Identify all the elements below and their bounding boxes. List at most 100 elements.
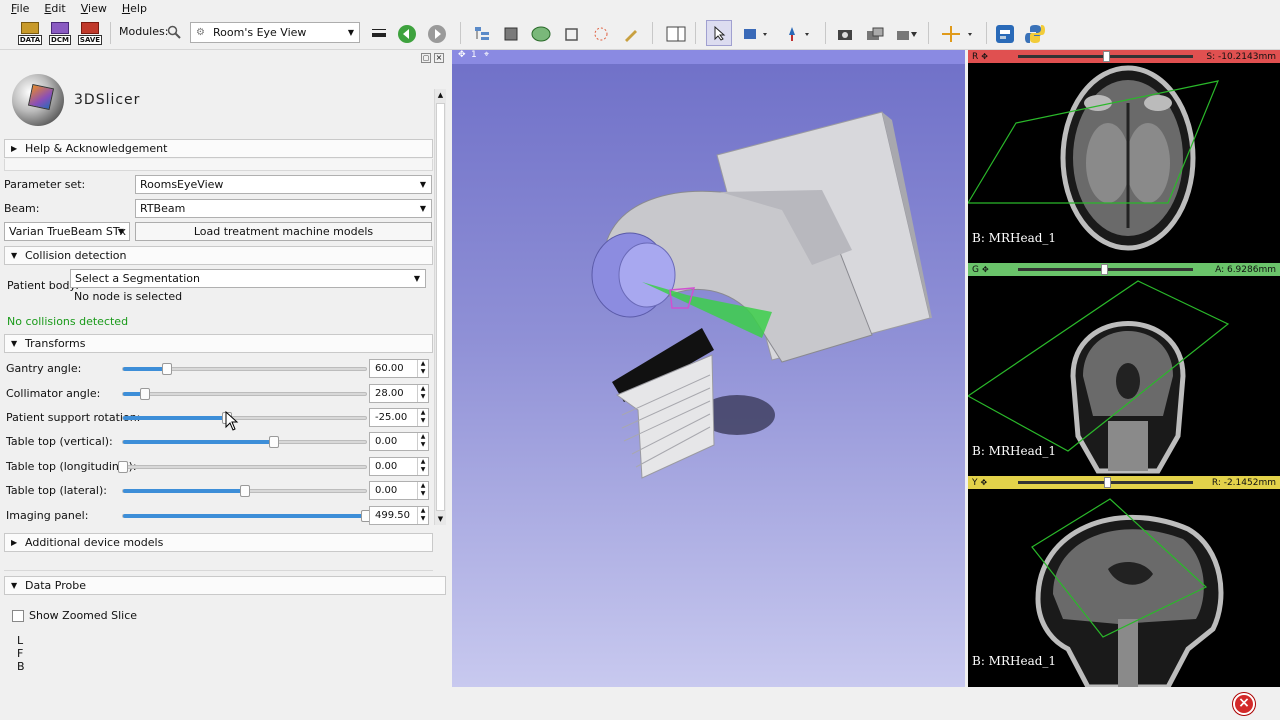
markups-icon[interactable]: [590, 22, 612, 46]
slider-track[interactable]: [122, 388, 367, 400]
save-icon: [81, 22, 99, 34]
expand-arrow-icon: ▶: [11, 144, 18, 153]
red-slice-controller[interactable]: R ✥ S: -10.2143mm: [968, 50, 1280, 63]
parameter-set-combo[interactable]: RoomsEyeView ▼: [135, 175, 432, 194]
load-data-button[interactable]: DATA: [17, 21, 43, 45]
pin-icon[interactable]: ✥: [981, 478, 988, 487]
layout-icon[interactable]: [665, 22, 687, 46]
chevron-down-icon: ▼: [419, 204, 426, 213]
green-slice-offset-slider[interactable]: [1018, 264, 1193, 275]
slider-handle[interactable]: [139, 388, 150, 400]
red-slice-slider-handle[interactable]: [1102, 51, 1110, 62]
slider-handle[interactable]: [161, 363, 172, 375]
slider-track[interactable]: [122, 412, 367, 424]
mouse-mode-pointer-icon[interactable]: [706, 20, 732, 46]
transforms-icon[interactable]: [560, 22, 582, 46]
load-treatment-machine-button[interactable]: Load treatment machine models: [135, 222, 432, 241]
spin-up-down-icon[interactable]: ▲ ▼: [417, 433, 428, 450]
slider-track[interactable]: [122, 510, 371, 522]
data-probe-section[interactable]: ▼ Data Probe: [4, 576, 446, 595]
spin-up-down-icon[interactable]: ▲ ▼: [417, 458, 428, 475]
scene-view-icon[interactable]: [864, 22, 886, 46]
volumes-icon[interactable]: [500, 22, 522, 46]
scrollbar-thumb[interactable]: [436, 103, 445, 511]
slider-spinbox[interactable]: 0.00 ▲ ▼: [369, 457, 429, 476]
slider-fill: [123, 514, 366, 518]
slider-track[interactable]: [122, 485, 367, 497]
pin-icon[interactable]: ✥: [981, 52, 988, 61]
close-panel-icon[interactable]: ×: [434, 53, 444, 63]
red-slice-volume-label: B: MRHead_1: [972, 231, 1057, 245]
module-selector[interactable]: ⚙ Room's Eye View ▼: [190, 22, 360, 43]
back-arrow-icon[interactable]: [396, 22, 418, 46]
error-log-close-icon[interactable]: ×: [1233, 693, 1255, 715]
help-acknowledgement-section[interactable]: ▶ Help & Acknowledgement: [4, 139, 433, 158]
extension-manager-icon[interactable]: [994, 22, 1016, 46]
transforms-section[interactable]: ▼ Transforms: [4, 334, 433, 353]
slider-track[interactable]: [122, 436, 367, 448]
slider-track[interactable]: [118, 461, 367, 473]
segment-editor-icon[interactable]: [620, 22, 642, 46]
dicom-button[interactable]: DCM: [48, 21, 72, 45]
place-fiducial-icon[interactable]: [782, 22, 814, 46]
spin-up-down-icon[interactable]: ▲ ▼: [417, 482, 428, 499]
menu-file[interactable]: File: [11, 2, 29, 15]
menu-help[interactable]: Help: [122, 2, 147, 15]
additional-device-models-section[interactable]: ▶ Additional device models: [4, 533, 433, 552]
patient-body-combo[interactable]: Select a Segmentation ▼: [70, 269, 426, 288]
save-button[interactable]: SAVE: [77, 21, 103, 45]
slider-handle[interactable]: [239, 485, 250, 497]
collision-detection-section[interactable]: ▼ Collision detection: [4, 246, 433, 265]
green-slice-controller[interactable]: G ✥ A: 6.9286mm: [968, 263, 1280, 276]
logo-cube-icon: [27, 83, 55, 111]
scroll-up-arrow-icon[interactable]: ▲: [435, 89, 446, 101]
yellow-slice-volume-label: B: MRHead_1: [972, 654, 1057, 668]
pin-icon[interactable]: ✥: [982, 265, 989, 274]
machine-type-combo[interactable]: Varian TrueBeam STx ▼: [4, 222, 130, 241]
slider-spinbox[interactable]: 0.00 ▲ ▼: [369, 432, 429, 451]
undock-icon[interactable]: ▢: [421, 53, 431, 63]
module-panel-scrollbar[interactable]: ▲ ▼: [434, 89, 446, 525]
window-level-icon[interactable]: [740, 22, 772, 46]
menu-view[interactable]: View: [81, 2, 107, 15]
slider-spinbox[interactable]: 499.50 ▲ ▼: [369, 506, 429, 525]
menu-edit[interactable]: Edit: [44, 2, 65, 15]
red-slice-offset-slider[interactable]: [1018, 51, 1193, 62]
yellow-slice-offset-slider[interactable]: [1018, 477, 1193, 488]
slider-spinbox[interactable]: 60.00 ▲ ▼: [369, 359, 429, 378]
slider-handle[interactable]: [268, 436, 279, 448]
spin-up-down-icon[interactable]: ▲ ▼: [417, 409, 428, 426]
slider-track[interactable]: [122, 363, 367, 375]
green-slice-slider-handle[interactable]: [1100, 264, 1108, 275]
yellow-slice-image[interactable]: B: MRHead_1: [968, 489, 1280, 687]
spin-up-down-icon[interactable]: ▲ ▼: [417, 507, 428, 524]
yellow-slice-controller[interactable]: Y ✥ R: -2.1452mm: [968, 476, 1280, 489]
module-search-icon[interactable]: [166, 24, 182, 40]
green-slice-offset-value: A: 6.9286mm: [1215, 264, 1276, 275]
screenshot-icon[interactable]: [834, 22, 856, 46]
data-tree-icon[interactable]: [471, 22, 493, 46]
green-slice-image[interactable]: B: MRHead_1: [968, 276, 1280, 476]
yellow-slice-slider-handle[interactable]: [1104, 477, 1112, 488]
slider-spinbox[interactable]: 0.00 ▲ ▼: [369, 481, 429, 500]
show-zoomed-slice-checkbox[interactable]: [12, 610, 24, 622]
python-console-icon[interactable]: [1024, 22, 1046, 46]
collision-status-text: No collisions detected: [7, 315, 129, 328]
spin-up-down-icon[interactable]: ▲ ▼: [417, 360, 428, 377]
spin-up-down-icon[interactable]: ▲ ▼: [417, 385, 428, 402]
beam-combo[interactable]: RTBeam ▼: [135, 199, 432, 218]
scroll-down-arrow-icon[interactable]: ▼: [435, 513, 446, 525]
forward-arrow-icon[interactable]: [426, 22, 448, 46]
crosshair-icon[interactable]: [938, 22, 978, 46]
slider-spinbox[interactable]: 28.00 ▲ ▼: [369, 384, 429, 403]
models-icon[interactable]: [530, 22, 552, 46]
chevron-down-icon: ▼: [413, 274, 420, 283]
slider-spinbox[interactable]: -25.00 ▲ ▼: [369, 408, 429, 427]
restore-scene-icon[interactable]: [894, 22, 920, 46]
collapse-arrow-icon: ▼: [11, 581, 18, 590]
expand-arrow-icon: ▶: [11, 538, 18, 547]
red-slice-image[interactable]: B: MRHead_1: [968, 63, 1280, 263]
3d-view[interactable]: ✥ 1 ⌖: [452, 50, 965, 687]
slider-handle[interactable]: [118, 461, 128, 473]
module-history-icon[interactable]: [368, 22, 390, 46]
